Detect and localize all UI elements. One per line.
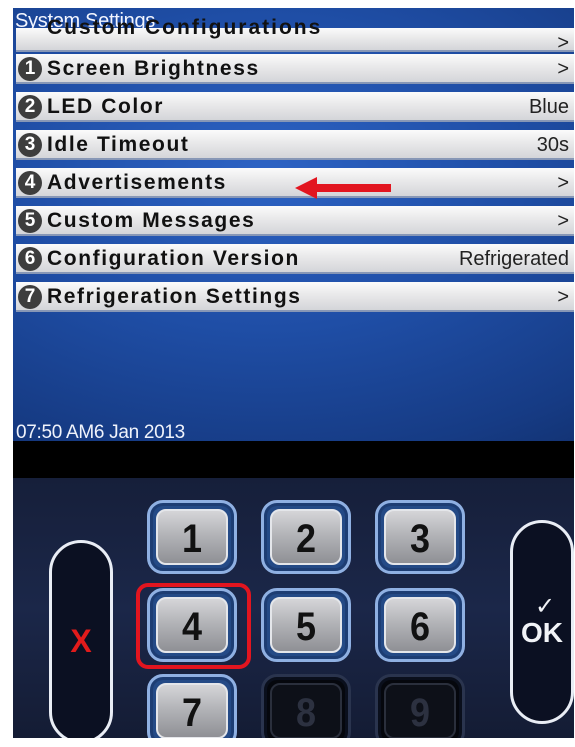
menu-item-value: > — [557, 58, 569, 80]
key-label: 6 — [409, 605, 431, 649]
menu-item-label: Advertisements — [47, 171, 227, 194]
ok-label: OK — [521, 617, 563, 648]
cancel-button[interactable]: X — [49, 540, 113, 738]
menu-item-custom-messages[interactable]: 5 Custom Messages > — [16, 206, 574, 236]
keypad-key-8[interactable]: 8 — [261, 674, 351, 738]
keypad-key-5[interactable]: 5 — [261, 588, 351, 662]
ok-button[interactable]: ✓ OK — [510, 520, 574, 724]
menu-item-value: > — [557, 32, 569, 54]
keypad-key-9[interactable]: 9 — [375, 674, 465, 738]
menu-item-label: Idle Timeout — [47, 133, 190, 156]
item-number-badge: 6 — [18, 247, 42, 271]
keypad-key-1[interactable]: 1 — [147, 500, 237, 574]
item-number-badge: 3 — [18, 133, 42, 157]
datetime-display: 07:50 AM6 Jan 2013 — [16, 422, 185, 441]
annotation-highlight-box — [136, 583, 251, 669]
menu-item-refrigeration-settings[interactable]: 7 Refrigeration Settings > — [16, 282, 574, 312]
keypad-panel: X ✓ OK 1 2 3 4 5 6 7 8 9 — [13, 478, 574, 738]
menu-item-value: 30s — [536, 134, 569, 156]
annotation-arrow-icon — [295, 177, 391, 199]
menu-item-label: Custom Messages — [47, 209, 256, 232]
key-label: 2 — [295, 517, 317, 561]
menu-item-screen-brightness[interactable]: 1 Screen Brightness > — [16, 54, 574, 84]
item-number-badge: 4 — [18, 171, 42, 195]
item-number-badge: 1 — [18, 57, 42, 81]
item-number-badge: 2 — [18, 95, 42, 119]
menu-item-label: Configuration Version — [47, 247, 300, 270]
display-screen: System Settings Custom Configurations > … — [13, 8, 574, 441]
key-label: 3 — [409, 517, 431, 561]
key-label: 9 — [409, 691, 431, 735]
keypad-key-6[interactable]: 6 — [375, 588, 465, 662]
item-number-badge: 5 — [18, 209, 42, 233]
keypad-key-2[interactable]: 2 — [261, 500, 351, 574]
menu-item-label: LED Color — [47, 95, 165, 118]
cancel-x-icon: X — [70, 623, 92, 659]
menu-item-value: > — [557, 210, 569, 232]
menu-item-custom-configurations[interactable]: Custom Configurations > — [16, 16, 574, 54]
menu-item-value: Refrigerated — [458, 248, 569, 270]
menu-item-value: > — [557, 172, 569, 194]
menu-item-label: Screen Brightness — [47, 57, 260, 80]
menu-item-value: > — [557, 286, 569, 308]
device-frame: System Settings Custom Configurations > … — [13, 8, 574, 738]
menu-item-label: Custom Configurations — [47, 16, 323, 39]
menu-item-idle-timeout[interactable]: 3 Idle Timeout 30s — [16, 130, 574, 160]
key-label: 5 — [295, 605, 317, 649]
keypad-key-3[interactable]: 3 — [375, 500, 465, 574]
keypad-key-7[interactable]: 7 — [147, 674, 237, 738]
menu-item-label: Refrigeration Settings — [47, 285, 302, 308]
key-label: 8 — [295, 691, 317, 735]
menu-item-configuration-version[interactable]: 6 Configuration Version Refrigerated — [16, 244, 574, 274]
key-label: 1 — [181, 517, 203, 561]
menu-item-led-color[interactable]: 2 LED Color Blue — [16, 92, 574, 122]
menu-item-value: Blue — [528, 96, 569, 118]
item-number-badge: 7 — [18, 285, 42, 309]
key-label: 7 — [181, 691, 203, 735]
